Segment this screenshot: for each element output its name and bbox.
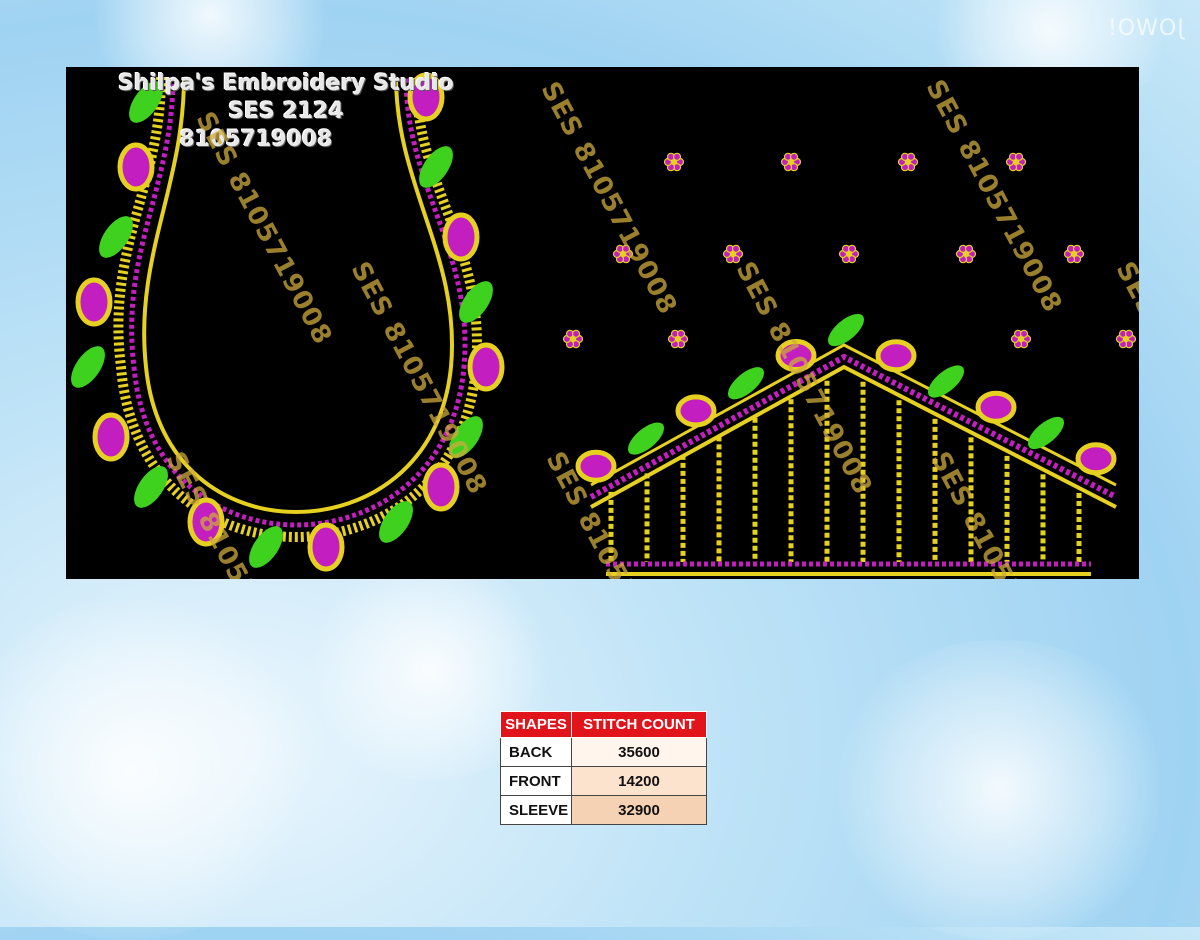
design-code: SES 2124	[228, 99, 344, 124]
paisley-motif	[442, 212, 480, 262]
paisley-motif	[1075, 442, 1117, 476]
table-header-row: SHAPES STITCH COUNT	[500, 711, 707, 738]
shape-cell: FRONT	[500, 766, 572, 796]
paisley-motif	[467, 342, 505, 392]
flower-center	[905, 159, 911, 165]
paisley-motif	[875, 339, 917, 373]
stitch-count-table: SHAPES STITCH COUNT BACK 35600 FRONT 142…	[500, 711, 707, 825]
flower-center	[788, 159, 794, 165]
paisley-motif	[307, 522, 345, 572]
flower-center	[730, 251, 736, 257]
column-header-shapes: SHAPES	[500, 711, 572, 738]
stitch-count-cell: 35600	[571, 737, 707, 767]
studio-name: Shilpa's Embroidery Studio	[118, 71, 454, 96]
table-row: BACK 35600	[500, 737, 707, 767]
stitch-count-cell: 32900	[571, 795, 707, 825]
paisley-motif	[75, 277, 113, 327]
stitch-count-cell: 14200	[571, 766, 707, 796]
leaf-motif	[71, 346, 105, 388]
table-row: SLEEVE 32900	[500, 795, 707, 825]
paisley-motif	[675, 394, 717, 428]
flower-center	[1013, 159, 1019, 165]
flower-center	[1018, 336, 1024, 342]
background-flower	[0, 600, 320, 940]
flower-center	[846, 251, 852, 257]
flower-center	[570, 336, 576, 342]
flower-center	[675, 336, 681, 342]
table-row: FRONT 14200	[500, 766, 707, 796]
paisley-motif	[975, 390, 1017, 424]
shape-cell: SLEEVE	[500, 795, 572, 825]
flower-center	[671, 159, 677, 165]
corner-mark: JOWO!	[1107, 16, 1184, 41]
paisley-motif	[92, 412, 130, 462]
column-header-stitch-count: STITCH COUNT	[571, 711, 707, 738]
background-flower	[820, 640, 1180, 940]
shape-cell: BACK	[500, 737, 572, 767]
phone-number: 8105719008	[179, 127, 333, 152]
flower-center	[1071, 251, 1077, 257]
flower-center	[963, 251, 969, 257]
paisley-motif	[575, 449, 617, 483]
flower-center	[1123, 336, 1129, 342]
embroidery-design-panel: Shilpa's Embroidery Studio SES 2124 8105…	[66, 67, 1139, 579]
